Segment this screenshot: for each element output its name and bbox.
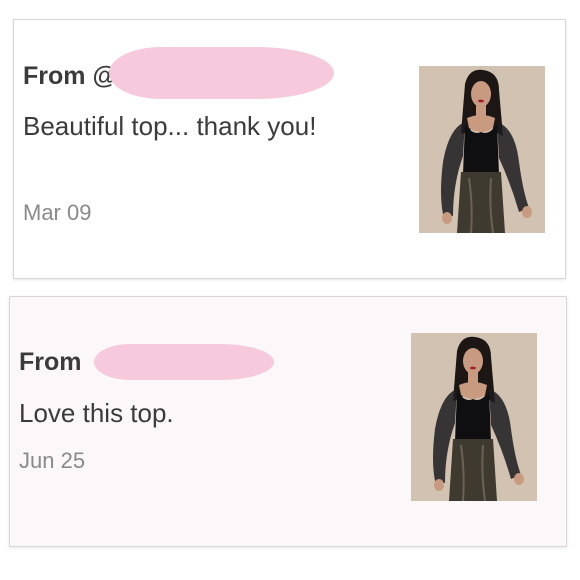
- product-thumbnail[interactable]: [411, 333, 537, 501]
- review-from-label: From: [19, 348, 82, 376]
- model-photo-icon: [419, 66, 545, 233]
- review-date: Jun 25: [19, 448, 86, 473]
- redacted-username: [109, 47, 334, 99]
- review-message: Love this top.: [19, 398, 174, 428]
- review-card[interactable]: From Love this top. Jun 25: [9, 296, 567, 547]
- model-photo-icon: [411, 333, 537, 501]
- redacted-username: [94, 344, 274, 380]
- review-from-label: From @: [23, 62, 117, 90]
- review-message: Beautiful top... thank you!: [23, 111, 317, 141]
- review-date: Mar 09: [23, 200, 92, 225]
- product-thumbnail[interactable]: [419, 66, 545, 233]
- review-card[interactable]: From @ Beautiful top... thank you! Mar 0…: [13, 19, 566, 279]
